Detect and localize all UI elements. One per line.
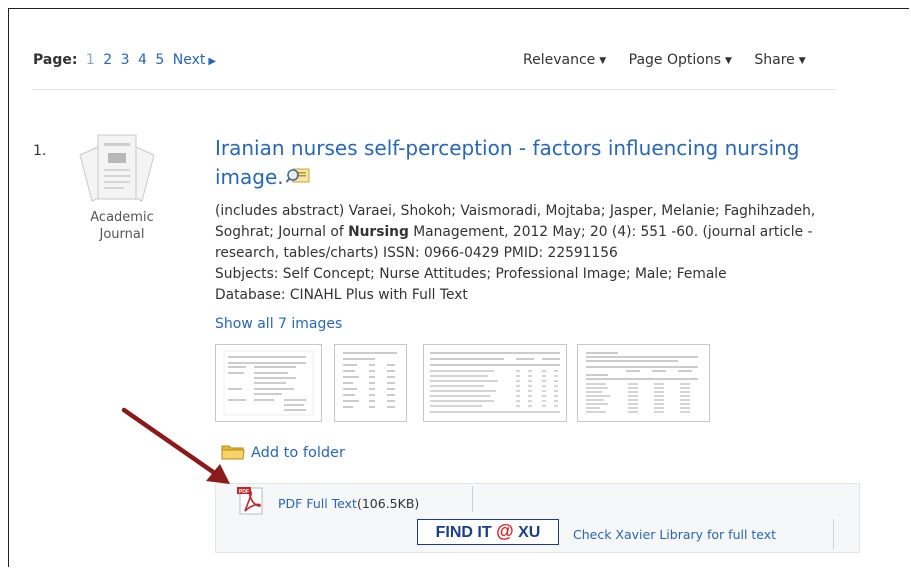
page-link-2[interactable]: 2 xyxy=(103,52,112,68)
pub-type-line2: Journal xyxy=(99,227,145,242)
caret-down-icon: ▼ xyxy=(725,56,732,66)
page-label: Page: xyxy=(33,52,78,68)
page-link-3[interactable]: 3 xyxy=(121,52,130,68)
next-label: Next xyxy=(172,52,206,68)
separator xyxy=(833,519,834,549)
publication-type: Academic Journal xyxy=(72,209,172,243)
result-number: 1. xyxy=(33,143,47,159)
check-library-link[interactable]: Check Xavier Library for full text xyxy=(573,527,776,542)
share-label: Share xyxy=(754,52,795,68)
preview-magnifier-icon[interactable] xyxy=(285,165,310,194)
findit-suffix: XU xyxy=(518,524,541,541)
add-to-folder-label: Add to folder xyxy=(251,445,345,461)
share-dropdown[interactable]: Share ▼ xyxy=(754,52,805,68)
show-all-images-link[interactable]: Show all 7 images xyxy=(215,316,342,332)
caret-down-icon: ▼ xyxy=(599,56,607,66)
result-title: Iranian nurses self-perception - factors… xyxy=(215,134,865,194)
findit-prefix: FIND IT xyxy=(435,524,492,541)
page-link-1[interactable]: 1 xyxy=(86,52,95,68)
find-it-at-xu-button[interactable]: FIND IT @ XU xyxy=(417,519,559,545)
divider xyxy=(33,89,836,90)
annotation-arrow-icon xyxy=(121,407,230,484)
caret-down-icon: ▼ xyxy=(798,56,806,66)
separator xyxy=(472,486,473,512)
pdf-full-text-label: PDF Full Text xyxy=(278,496,357,511)
journal-highlight: Nursing xyxy=(348,224,409,240)
academic-journal-icon[interactable] xyxy=(76,133,158,203)
pagination: Page: 1 2 3 4 5 Next ▶ xyxy=(33,52,216,68)
relevance-label: Relevance xyxy=(523,52,596,68)
relevance-dropdown[interactable]: Relevance ▼ xyxy=(523,52,606,68)
page-link-4[interactable]: 4 xyxy=(138,52,147,68)
image-thumbnail-2[interactable] xyxy=(334,344,407,422)
result-details: (includes abstract) Varaei, Shokoh; Vais… xyxy=(215,201,865,306)
pub-type-line1: Academic xyxy=(90,210,154,225)
page-link-5[interactable]: 5 xyxy=(155,52,164,68)
result-options: Relevance ▼ Page Options ▼ Share ▼ xyxy=(523,52,824,68)
result-subjects: Subjects: Self Concept; Nurse Attitudes;… xyxy=(215,266,727,282)
triangle-right-icon: ▶ xyxy=(208,56,217,67)
image-thumbnail-3[interactable] xyxy=(423,344,567,422)
findit-at-symbol: @ xyxy=(496,521,514,541)
result-database: Database: CINAHL Plus with Full Text xyxy=(215,287,468,303)
next-page-link[interactable]: Next ▶ xyxy=(173,52,216,68)
page-options-dropdown[interactable]: Page Options ▼ xyxy=(629,52,732,68)
pdf-file-size: (106.5KB) xyxy=(356,496,420,511)
page-options-label: Page Options xyxy=(628,52,722,68)
image-thumbnail-4[interactable] xyxy=(577,344,710,422)
